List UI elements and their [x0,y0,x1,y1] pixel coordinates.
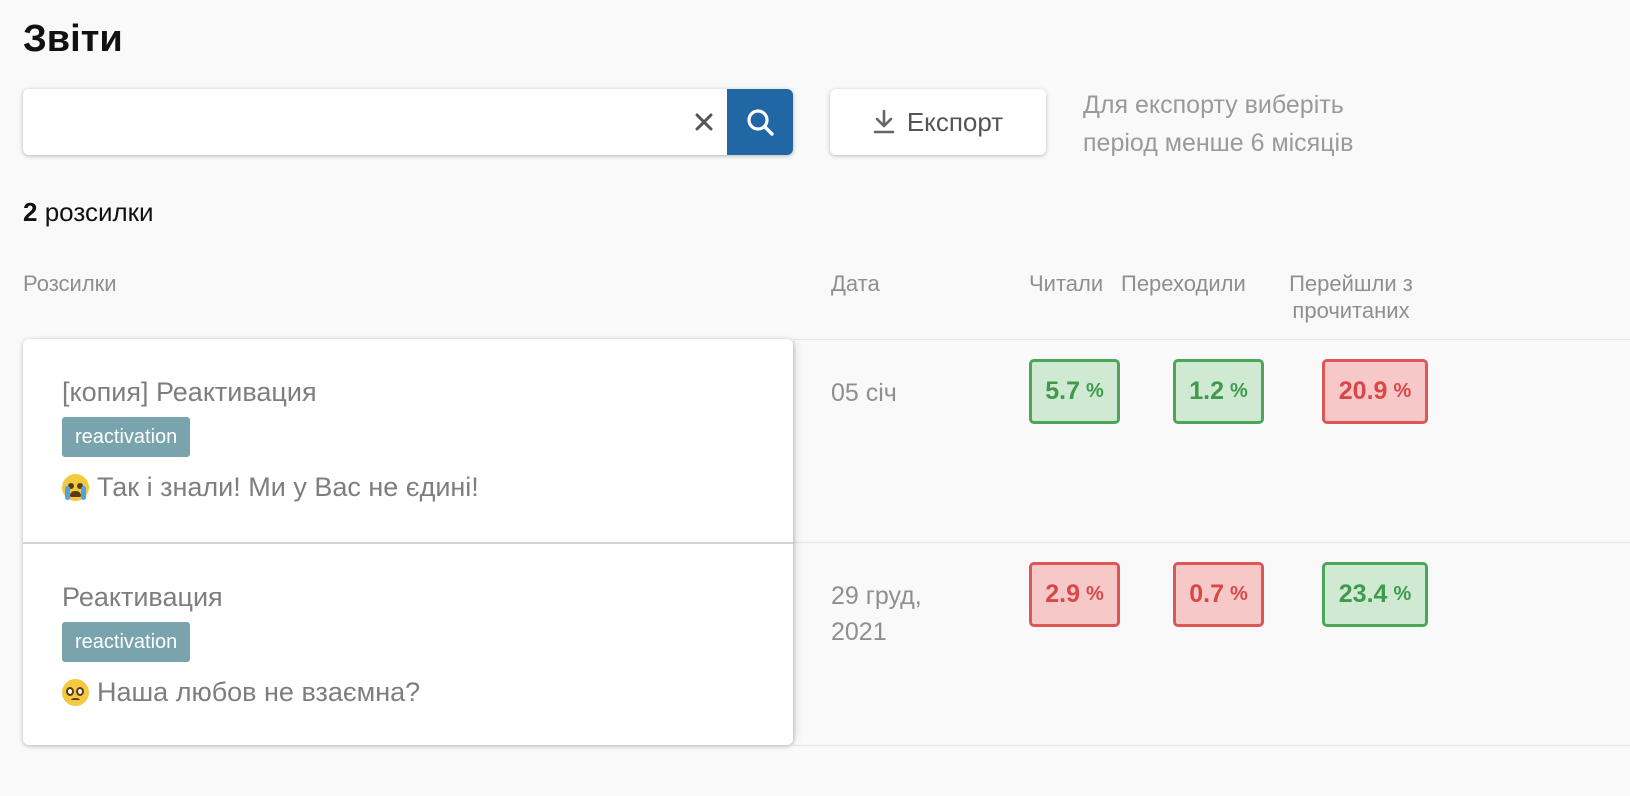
search-input[interactable] [23,89,693,155]
column-header-clicked-of-read: Перейшли з прочитаних [1275,270,1427,324]
table-row[interactable]: Реактивация reactivation Наша любов не в… [23,542,793,745]
mailing-title[interactable]: Реактивация [62,582,223,613]
ctr-badge: 20.9% [1322,359,1428,424]
column-header-date: Дата [831,271,880,296]
mailing-date-line1: 29 груд, [831,582,922,610]
mailing-subject: Так і знали! Ми у Вас не єдині! [62,472,479,503]
read-rate-value: 5.7 [1045,377,1080,405]
ctr-value: 23.4 [1338,580,1388,608]
mailing-tag[interactable]: reactivation [62,417,191,457]
ctr-value: 20.9 [1338,377,1388,405]
percent-sign: % [1393,583,1412,605]
percent-sign: % [1085,380,1104,402]
close-icon [695,113,713,131]
percent-sign: % [1393,380,1412,402]
export-button-label: Експорт [906,106,1004,137]
mailing-count-number: 2 [23,197,38,227]
export-button[interactable]: Експорт [830,89,1046,155]
click-rate-badge: 0.7% [1173,562,1264,627]
search-box [23,89,793,155]
clear-search-button[interactable] [687,106,721,138]
row-divider [793,542,1630,543]
click-rate-value: 0.7 [1189,580,1224,608]
mailing-date: 29 груд, 2021 [831,578,922,650]
percent-sign: % [1085,583,1104,605]
column-header-ctr-line1: Перейшли з [1289,271,1413,296]
pleading-face-icon [62,679,89,706]
mailing-title[interactable]: [копия] Реактивация [62,377,317,408]
read-rate-badge: 2.9% [1029,562,1120,627]
page-title: Звіти [23,18,123,60]
search-icon [747,109,774,136]
ctr-badge: 23.4% [1322,562,1428,627]
row-divider [793,745,1630,746]
percent-sign: % [1229,583,1248,605]
download-icon [873,109,895,134]
read-rate-value: 2.9 [1045,580,1080,608]
column-header-mailings: Розсилки [23,271,117,296]
click-rate-value: 1.2 [1189,377,1224,405]
search-button[interactable] [727,89,793,155]
read-rate-badge: 5.7% [1029,359,1120,424]
row-divider [793,339,1630,340]
column-header-read: Читали [1029,271,1104,296]
mailing-date-line2: 2021 [831,618,887,646]
mailing-count-label: розсилки [44,197,154,227]
percent-sign: % [1229,380,1248,402]
mailing-subject-text: Так і знали! Ми у Вас не єдині! [97,472,479,502]
column-header-ctr-line2: прочитаних [1292,298,1410,323]
column-header-clicked: Переходили [1121,271,1246,296]
mailing-date-line1: 05 січ [831,379,897,407]
mailings-list: [копия] Реактивация reactivation Так і з… [23,339,793,745]
mailing-subject-text: Наша любов не взаємна? [97,677,421,707]
export-hint: Для експорту виберіть період менше 6 міс… [1083,91,1354,157]
mailing-date: 05 січ [831,375,897,411]
mailing-subject: Наша любов не взаємна? [62,677,420,708]
table-row[interactable]: [копия] Реактивация reactivation Так і з… [23,339,793,542]
loudly-crying-face-icon [62,474,89,501]
mailing-tag[interactable]: reactivation [62,622,191,662]
mailing-count: 2 розсилки [23,197,154,228]
click-rate-badge: 1.2% [1173,359,1264,424]
